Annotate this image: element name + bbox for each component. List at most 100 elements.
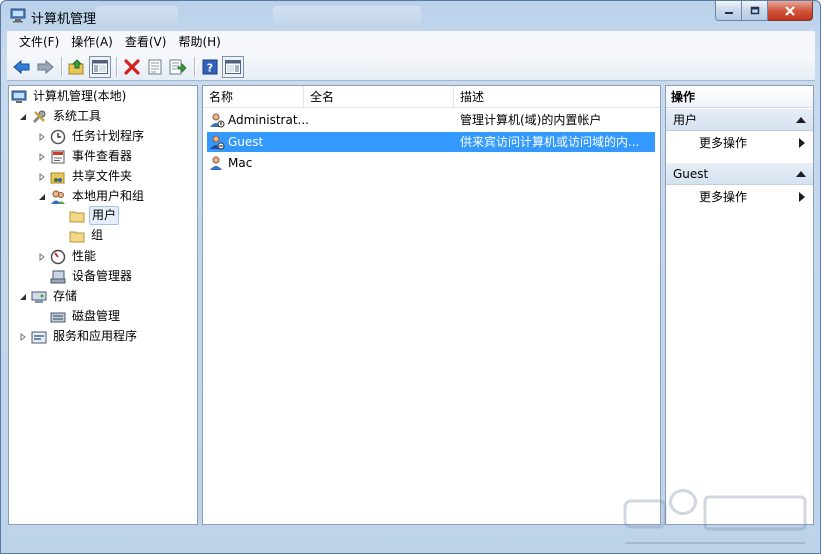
help-button[interactable]: ? (199, 56, 221, 78)
tree-label: 设备管理器 (72, 269, 133, 283)
shared-folder-icon (50, 169, 66, 185)
menu-action[interactable]: 操作(A) (65, 31, 119, 53)
background-tab-blur (96, 6, 178, 26)
tree-label: 系统工具 (53, 109, 102, 123)
more-actions-guest[interactable]: 更多操作 (666, 187, 813, 207)
toolbar-separator (61, 56, 62, 77)
up-folder-icon (68, 58, 84, 74)
cell-fullname (310, 153, 455, 173)
back-arrow-icon (13, 59, 30, 74)
properties-button[interactable] (144, 56, 166, 78)
tree-item-event-viewer[interactable]: 事件查看器 (36, 147, 134, 166)
more-actions-users[interactable]: 更多操作 (666, 133, 813, 153)
tree-label: 存储 (53, 289, 78, 303)
minimize-button[interactable] (715, 1, 742, 21)
collapse-arrow-icon[interactable] (17, 111, 29, 123)
device-manager-icon (50, 269, 66, 285)
tree-label: 事件查看器 (72, 149, 133, 163)
cell-description: 管理计算机(域)的内置帐户 (460, 113, 602, 127)
menu-view[interactable]: 查看(V) (119, 31, 173, 53)
tree-item-local-users-and-groups[interactable]: 本地用户和组 (36, 187, 146, 206)
expand-arrow-icon[interactable] (36, 151, 48, 163)
tree-label: 任务计划程序 (72, 129, 145, 143)
toolbar-separator (116, 56, 117, 77)
submenu-arrow-icon (799, 138, 805, 148)
collapse-caret-icon[interactable] (796, 171, 806, 177)
table-row[interactable]: Guest 供来宾访问计算机或访问域的内... (207, 132, 655, 152)
folder-icon (69, 208, 85, 224)
list-header: 名称 全名 描述 (203, 86, 660, 108)
window-title: 计算机管理 (31, 12, 97, 27)
menu-help[interactable]: 帮助(H) (172, 31, 226, 53)
title-bar[interactable]: 计算机管理 (1, 1, 820, 31)
delete-button[interactable] (121, 56, 143, 78)
show-hide-action-pane-button[interactable] (222, 55, 244, 78)
column-header-fullname[interactable]: 全名 (304, 86, 454, 108)
expand-arrow-icon[interactable] (36, 251, 48, 263)
delete-icon (124, 58, 140, 75)
tree-item-task-scheduler[interactable]: 任务计划程序 (36, 127, 146, 146)
section-label: Guest (673, 167, 709, 181)
actions-section-guest[interactable]: Guest (666, 163, 813, 185)
actions-section-users[interactable]: 用户 (666, 109, 813, 131)
section-label: 用户 (673, 113, 698, 127)
forward-button[interactable] (34, 56, 56, 78)
export-list-icon (169, 59, 187, 74)
table-row[interactable]: Mac (207, 153, 655, 173)
show-hide-console-tree-button[interactable] (89, 55, 111, 78)
collapse-arrow-icon[interactable] (17, 291, 29, 303)
actions-pane: 操作 用户 更多操作 Guest 更多操作 (665, 85, 814, 525)
export-list-button[interactable] (167, 56, 189, 78)
show-hide-action-pane-icon (225, 59, 241, 74)
action-label: 更多操作 (699, 136, 748, 150)
column-header-name[interactable]: 名称 (203, 86, 304, 108)
performance-gauge-icon (50, 249, 66, 265)
close-button[interactable] (768, 1, 813, 21)
column-header-description[interactable]: 描述 (454, 86, 660, 108)
tree-item-system-tools[interactable]: 系统工具 (17, 107, 103, 126)
expand-arrow-icon[interactable] (17, 331, 29, 343)
tree-item-users[interactable]: 用户 (69, 206, 120, 225)
collapse-caret-icon[interactable] (796, 117, 806, 123)
disk-management-icon (50, 309, 66, 325)
menu-file[interactable]: 文件(F) (13, 31, 65, 53)
clock-icon (50, 129, 66, 145)
maximize-button[interactable] (742, 1, 768, 21)
tree-item-computer-management-local[interactable]: 计算机管理(本地) (11, 87, 128, 106)
event-viewer-icon (50, 149, 66, 165)
expand-arrow-icon[interactable] (36, 131, 48, 143)
tree-item-device-manager[interactable]: 设备管理器 (50, 267, 134, 286)
back-button[interactable] (11, 56, 33, 78)
menu-bar: 文件(F) 操作(A) 查看(V) 帮助(H) (7, 31, 815, 53)
tree-item-services-and-applications[interactable]: 服务和应用程序 (17, 327, 139, 346)
storage-icon (31, 289, 47, 305)
user-icon (209, 155, 225, 171)
cell-name: Mac (228, 156, 253, 170)
toolbar: ? (7, 53, 815, 81)
show-hide-tree-icon (92, 59, 108, 74)
computer-management-app-icon (10, 8, 26, 23)
action-label: 更多操作 (699, 190, 748, 204)
tree-item-groups[interactable]: 组 (69, 226, 105, 245)
computer-management-window: 计算机管理 文件(F) 操作(A) 查看(V) 帮助(H) ? 计算机管理(本地… (0, 0, 821, 554)
tree-label: 性能 (72, 249, 97, 263)
expand-arrow-icon[interactable] (36, 171, 48, 183)
tree-item-performance[interactable]: 性能 (36, 247, 98, 266)
cell-name: Administrat... (228, 113, 308, 127)
up-one-level-button[interactable] (66, 56, 88, 78)
tree-label: 计算机管理(本地) (33, 89, 127, 103)
help-icon: ? (202, 59, 218, 74)
table-row[interactable]: Administrat... 管理计算机(域)的内置帐户 (207, 110, 655, 130)
cell-description: 供来宾访问计算机或访问域的内... (460, 135, 640, 149)
tree-item-shared-folders[interactable]: 共享文件夹 (36, 167, 134, 186)
close-icon (785, 5, 795, 16)
tree-item-disk-management[interactable]: 磁盘管理 (50, 307, 122, 326)
folder-icon (69, 228, 85, 244)
tree-item-storage[interactable]: 存储 (17, 287, 79, 306)
properties-icon (148, 59, 162, 74)
toolbar-separator (194, 56, 195, 77)
collapse-arrow-icon[interactable] (36, 191, 48, 203)
tree-label: 组 (91, 228, 104, 242)
system-tools-icon (31, 109, 47, 125)
tree-label: 用户 (89, 206, 120, 225)
